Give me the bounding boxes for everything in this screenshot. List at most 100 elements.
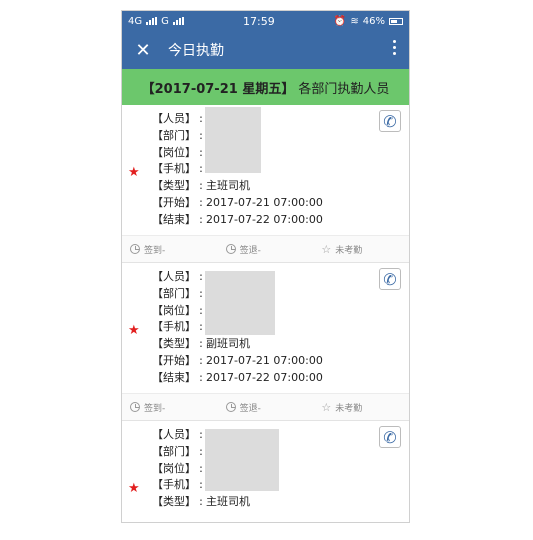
label-person: 【人员】 <box>152 428 196 441</box>
label-start: 【开始】 <box>152 353 196 367</box>
separator: : <box>199 112 203 125</box>
label-dept: 【部门】 <box>152 444 196 458</box>
date-banner: 【2017-07-21 星期五】 各部门执勤人员 <box>122 69 409 105</box>
sign-out-label: 签退- <box>239 245 261 256</box>
separator: : <box>199 128 203 142</box>
alarm-icon: ⏰ <box>333 15 347 27</box>
value-type: 主班司机 <box>206 179 250 193</box>
phone-screen: 4G G 17:59 ⏰ ≋ 46% ✕ 今日执勤 【2017-07-21 星期… <box>121 10 410 523</box>
label-end: 【结束】 <box>152 212 196 226</box>
card-fields: 【人员】: 【部门】: 【岗位】: 【手机】: 【类型】: 副班司机 【开始】:2… <box>152 269 323 387</box>
card-body: ★ 【人员】: 【部门】: 【岗位】: 【手机】: 【类型】: 主班司机 【开始】… <box>122 105 409 235</box>
value-type: 主班司机 <box>206 495 250 509</box>
close-icon[interactable]: ✕ <box>132 40 154 61</box>
more-menu-icon[interactable] <box>393 40 397 55</box>
label-dept: 【部门】 <box>152 128 196 142</box>
phone-icon: ✆ <box>383 111 397 131</box>
label-post: 【岗位】 <box>152 303 196 317</box>
signal-icon <box>146 17 158 25</box>
separator: : <box>199 444 203 458</box>
attendance-action[interactable]: ☆ 未考勤 <box>313 243 409 256</box>
sign-in-label: 签到- <box>144 245 166 256</box>
label-type: 【类型】 <box>152 179 196 193</box>
separator: : <box>199 478 203 492</box>
star-icon: ★ <box>128 323 140 338</box>
value-end: 2017-07-22 07:00:00 <box>206 370 323 384</box>
status-time: 17:59 <box>243 14 275 28</box>
call-button[interactable]: ✆ <box>379 426 401 448</box>
separator: : <box>199 353 203 367</box>
label-type: 【类型】 <box>152 337 196 351</box>
label-mobile: 【手机】 <box>152 478 196 492</box>
attendance-label: 未考勤 <box>335 245 363 256</box>
signal-icon-2 <box>172 17 184 25</box>
duty-card: ★ 【人员】: 【部门】: 【岗位】: 【手机】: 【类型】: 主班司机 ✆ <box>122 421 409 522</box>
clock-icon <box>225 244 236 254</box>
clock-icon <box>225 402 236 412</box>
label-post: 【岗位】 <box>152 461 196 475</box>
page-title: 今日执勤 <box>168 43 224 59</box>
network-label: 4G <box>128 15 143 27</box>
card-actions: 签到- 签退- ☆ 未考勤 <box>122 393 409 420</box>
sign-in-label: 签到- <box>144 403 166 414</box>
star-outline-icon: ☆ <box>321 242 332 256</box>
sign-in-action[interactable]: 签到- <box>122 401 218 414</box>
duty-card: ★ 【人员】: 【部门】: 【岗位】: 【手机】: 【类型】: 主班司机 【开始】… <box>122 105 409 263</box>
separator: : <box>199 370 203 384</box>
call-button[interactable]: ✆ <box>379 110 401 132</box>
duty-card: ★ 【人员】: 【部门】: 【岗位】: 【手机】: 【类型】: 副班司机 【开始】… <box>122 263 409 421</box>
label-person: 【人员】 <box>152 112 196 125</box>
value-type: 副班司机 <box>206 337 250 351</box>
network-label-2: G <box>161 15 169 27</box>
separator: : <box>199 145 203 159</box>
banner-date: 【2017-07-21 星期五】 <box>141 81 295 97</box>
label-person: 【人员】 <box>152 270 196 283</box>
label-dept: 【部门】 <box>152 286 196 300</box>
separator: : <box>199 286 203 300</box>
star-icon: ★ <box>128 481 140 496</box>
card-fields: 【人员】: 【部门】: 【岗位】: 【手机】: 【类型】: 主班司机 【开始】:2… <box>152 111 323 229</box>
sign-out-action[interactable]: 签退- <box>218 243 314 256</box>
star-icon: ★ <box>128 165 140 180</box>
label-type: 【类型】 <box>152 495 196 509</box>
card-body: ★ 【人员】: 【部门】: 【岗位】: 【手机】: 【类型】: 主班司机 ✆ <box>122 421 409 522</box>
value-start: 2017-07-21 07:00:00 <box>206 353 323 367</box>
clock-icon <box>130 244 140 254</box>
label-start: 【开始】 <box>152 195 196 209</box>
wifi-icon: ≋ <box>350 15 359 27</box>
battery-icon <box>389 17 403 25</box>
card-fields: 【人员】: 【部门】: 【岗位】: 【手机】: 【类型】: 主班司机 <box>152 427 250 511</box>
separator: : <box>199 179 203 193</box>
sign-in-action[interactable]: 签到- <box>122 243 218 256</box>
phone-icon: ✆ <box>383 269 397 289</box>
separator: : <box>199 337 203 351</box>
label-post: 【岗位】 <box>152 145 196 159</box>
attendance-action[interactable]: ☆ 未考勤 <box>313 401 409 414</box>
battery-percent: 46% <box>362 15 385 27</box>
separator: : <box>199 461 203 475</box>
separator: : <box>199 495 203 509</box>
card-body: ★ 【人员】: 【部门】: 【岗位】: 【手机】: 【类型】: 副班司机 【开始】… <box>122 263 409 393</box>
card-actions: 签到- 签退- ☆ 未考勤 <box>122 235 409 262</box>
value-end: 2017-07-22 07:00:00 <box>206 212 323 226</box>
clock-icon <box>130 402 140 412</box>
label-mobile: 【手机】 <box>152 162 196 176</box>
status-bar: 4G G 17:59 ⏰ ≋ 46% <box>122 11 409 31</box>
sign-out-action[interactable]: 签退- <box>218 401 314 414</box>
separator: : <box>199 212 203 226</box>
star-outline-icon: ☆ <box>321 400 332 414</box>
separator: : <box>199 162 203 176</box>
value-start: 2017-07-21 07:00:00 <box>206 195 323 209</box>
separator: : <box>199 195 203 209</box>
separator: : <box>199 270 203 283</box>
call-button[interactable]: ✆ <box>379 268 401 290</box>
label-mobile: 【手机】 <box>152 320 196 334</box>
banner-suffix: 各部门执勤人员 <box>298 81 390 97</box>
separator: : <box>199 320 203 334</box>
app-bar: ✕ 今日执勤 <box>122 31 409 69</box>
sign-out-label: 签退- <box>239 403 261 414</box>
separator: : <box>199 428 203 441</box>
label-end: 【结束】 <box>152 370 196 384</box>
separator: : <box>199 303 203 317</box>
phone-icon: ✆ <box>383 427 397 447</box>
